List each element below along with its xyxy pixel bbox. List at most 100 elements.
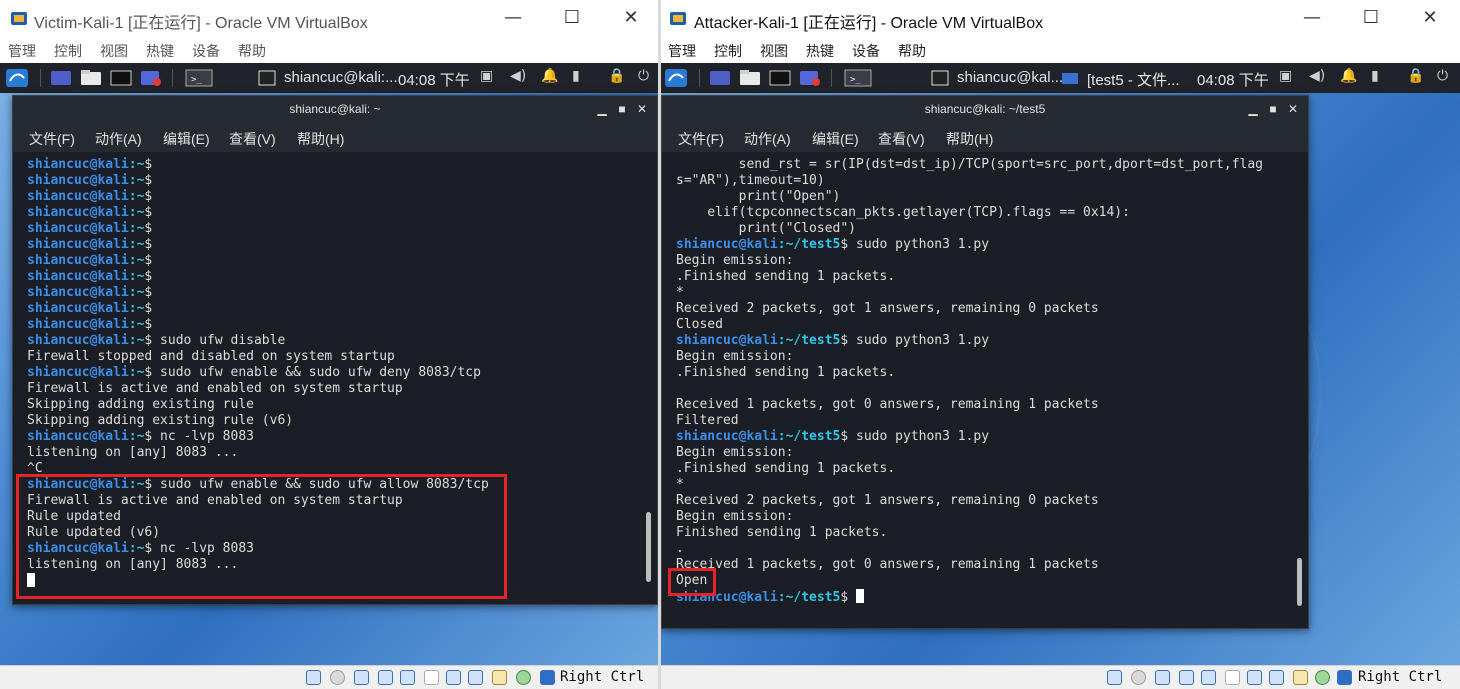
terminal-maximize-button[interactable]: ■ (1264, 96, 1282, 122)
terminal-scrollbar[interactable] (1297, 558, 1302, 606)
mouse-integration-icon[interactable] (1337, 670, 1352, 685)
terminal-menu-view[interactable]: 查看(V) (878, 129, 925, 149)
minimize-button[interactable]: — (1297, 6, 1327, 30)
terminal-menu-edit[interactable]: 编辑(E) (163, 129, 210, 149)
maximize-button[interactable]: ☐ (1356, 6, 1386, 30)
file-manager-icon[interactable] (80, 69, 102, 87)
menu-devices[interactable]: 设备 (192, 41, 220, 61)
virtualization-icon[interactable] (1293, 670, 1308, 685)
terminal-menu-file[interactable]: 文件(F) (678, 129, 724, 149)
usb-icon[interactable] (400, 670, 415, 685)
network-icon[interactable] (378, 670, 393, 685)
hard-disk-icon[interactable] (306, 670, 321, 685)
terminal-menu-view[interactable]: 查看(V) (229, 129, 276, 149)
taskbar-file-manager-task[interactable]: [test5 - 文件... (1087, 69, 1180, 90)
shared-folders-icon[interactable] (424, 670, 439, 685)
terminal-menu-edit[interactable]: 编辑(E) (812, 129, 859, 149)
menu-view[interactable]: 视图 (100, 41, 128, 61)
terminal-menu-action[interactable]: 动作(A) (95, 129, 142, 149)
panel-clock[interactable]: 04:08 下午 (398, 69, 470, 90)
video-capture-icon[interactable] (468, 670, 483, 685)
menu-manage[interactable]: 管理 (668, 41, 696, 61)
workspace-switcher-icon[interactable]: >_ (844, 69, 872, 87)
notification-bell-icon[interactable]: 🔔 (1340, 68, 1357, 84)
display-status-icon[interactable] (1247, 670, 1262, 685)
prompt-path: :~ (128, 253, 145, 268)
terminal-title[interactable]: shiancuc@kali: ~ (13, 96, 657, 122)
menu-help[interactable]: 帮助 (898, 41, 926, 61)
prompt-user-host: shiancuc@kali (27, 269, 129, 284)
desktop-icon[interactable] (50, 69, 72, 87)
battery-icon[interactable]: ▮ (1371, 68, 1379, 84)
audio-icon[interactable] (354, 670, 369, 685)
panel-clock[interactable]: 04:08 下午 (1197, 69, 1269, 90)
terminal-menu-file[interactable]: 文件(F) (29, 129, 75, 149)
menu-hotkey[interactable]: 热键 (806, 41, 834, 61)
usb-icon[interactable] (1201, 670, 1216, 685)
taskbar-terminal-task[interactable]: shiancuc@kal... (957, 69, 1063, 86)
terminal-menu-help[interactable]: 帮助(H) (946, 129, 993, 149)
menu-control[interactable]: 控制 (714, 41, 742, 61)
menu-devices[interactable]: 设备 (852, 41, 880, 61)
desktop-icon[interactable] (709, 69, 731, 87)
terminal-minimize-button[interactable]: ▁ (1244, 96, 1262, 122)
terminal-title[interactable]: shiancuc@kali: ~/test5 (662, 96, 1308, 122)
kali-menu-icon[interactable] (6, 69, 28, 87)
lock-icon[interactable]: 🔒 (1407, 68, 1424, 84)
file-manager-icon[interactable] (739, 69, 761, 87)
minimize-button[interactable]: — (498, 6, 528, 30)
workspace-switcher-icon[interactable]: >_ (185, 69, 213, 87)
window-titlebar[interactable]: Victim-Kali-1 [正在运行] - Oracle VM Virtual… (0, 0, 658, 37)
menu-help[interactable]: 帮助 (238, 41, 266, 61)
video-capture-icon[interactable] (1269, 670, 1284, 685)
vbox-statusbar: Right Ctrl (661, 665, 1460, 689)
power-icon[interactable]: ⏻ (638, 68, 649, 84)
terminal-launcher-icon[interactable] (769, 69, 791, 87)
terminal-close-button[interactable]: ✕ (633, 96, 651, 122)
menu-hotkey[interactable]: 热键 (146, 41, 174, 61)
volume-icon[interactable]: ◀) (510, 68, 526, 84)
close-button[interactable]: ✕ (1415, 6, 1445, 30)
window-titlebar[interactable]: Attacker-Kali-1 [正在运行] - Oracle VM Virtu… (661, 0, 1460, 37)
guest-additions-icon[interactable] (516, 670, 531, 685)
lock-icon[interactable]: 🔒 (608, 68, 625, 84)
power-icon[interactable]: ⏻ (1437, 68, 1448, 84)
terminal-output[interactable]: send_rst = sr(IP(dst=dst_ip)/TCP(sport=s… (662, 152, 1308, 628)
mouse-integration-icon[interactable] (540, 670, 555, 685)
menu-view[interactable]: 视图 (760, 41, 788, 61)
terminal-minimize-button[interactable]: ▁ (593, 96, 611, 122)
menu-manage[interactable]: 管理 (8, 41, 36, 61)
audio-icon[interactable] (1155, 670, 1170, 685)
close-button[interactable]: ✕ (616, 6, 646, 30)
browser-icon[interactable] (799, 69, 821, 87)
terminal-scrollbar[interactable] (646, 512, 651, 582)
volume-icon[interactable]: ◀) (1309, 68, 1325, 84)
display-status-icon[interactable] (446, 670, 461, 685)
terminal-launcher-icon[interactable] (110, 69, 132, 87)
output-text: elif(tcpconnectscan_pkts.getlayer(TCP).f… (676, 205, 1130, 220)
terminal-menu-help[interactable]: 帮助(H) (297, 129, 344, 149)
output-line: Firewall stopped and disabled on system … (27, 349, 489, 365)
prompt-path: :~/test5 (777, 590, 841, 605)
terminal-menu-action[interactable]: 动作(A) (744, 129, 791, 149)
battery-icon[interactable]: ▮ (572, 68, 580, 84)
display-icon[interactable]: ▣ (480, 68, 493, 84)
display-icon[interactable]: ▣ (1279, 68, 1292, 84)
terminal-maximize-button[interactable]: ■ (613, 96, 631, 122)
prompt-path: :~ (128, 285, 145, 300)
virtualization-icon[interactable] (492, 670, 507, 685)
prompt-command: $ sudo ufw disable (144, 333, 286, 348)
shared-folders-icon[interactable] (1225, 670, 1240, 685)
network-icon[interactable] (1179, 670, 1194, 685)
kali-menu-icon[interactable] (665, 69, 687, 87)
guest-additions-icon[interactable] (1315, 670, 1330, 685)
menu-control[interactable]: 控制 (54, 41, 82, 61)
taskbar-terminal-task[interactable]: shiancuc@kali:... (284, 69, 398, 86)
hard-disk-icon[interactable] (1107, 670, 1122, 685)
terminal-close-button[interactable]: ✕ (1284, 96, 1302, 122)
notification-bell-icon[interactable]: 🔔 (541, 68, 558, 84)
maximize-button[interactable]: ☐ (557, 6, 587, 30)
optical-drive-icon[interactable] (1131, 670, 1146, 685)
browser-icon[interactable] (140, 69, 162, 87)
optical-drive-icon[interactable] (330, 670, 345, 685)
